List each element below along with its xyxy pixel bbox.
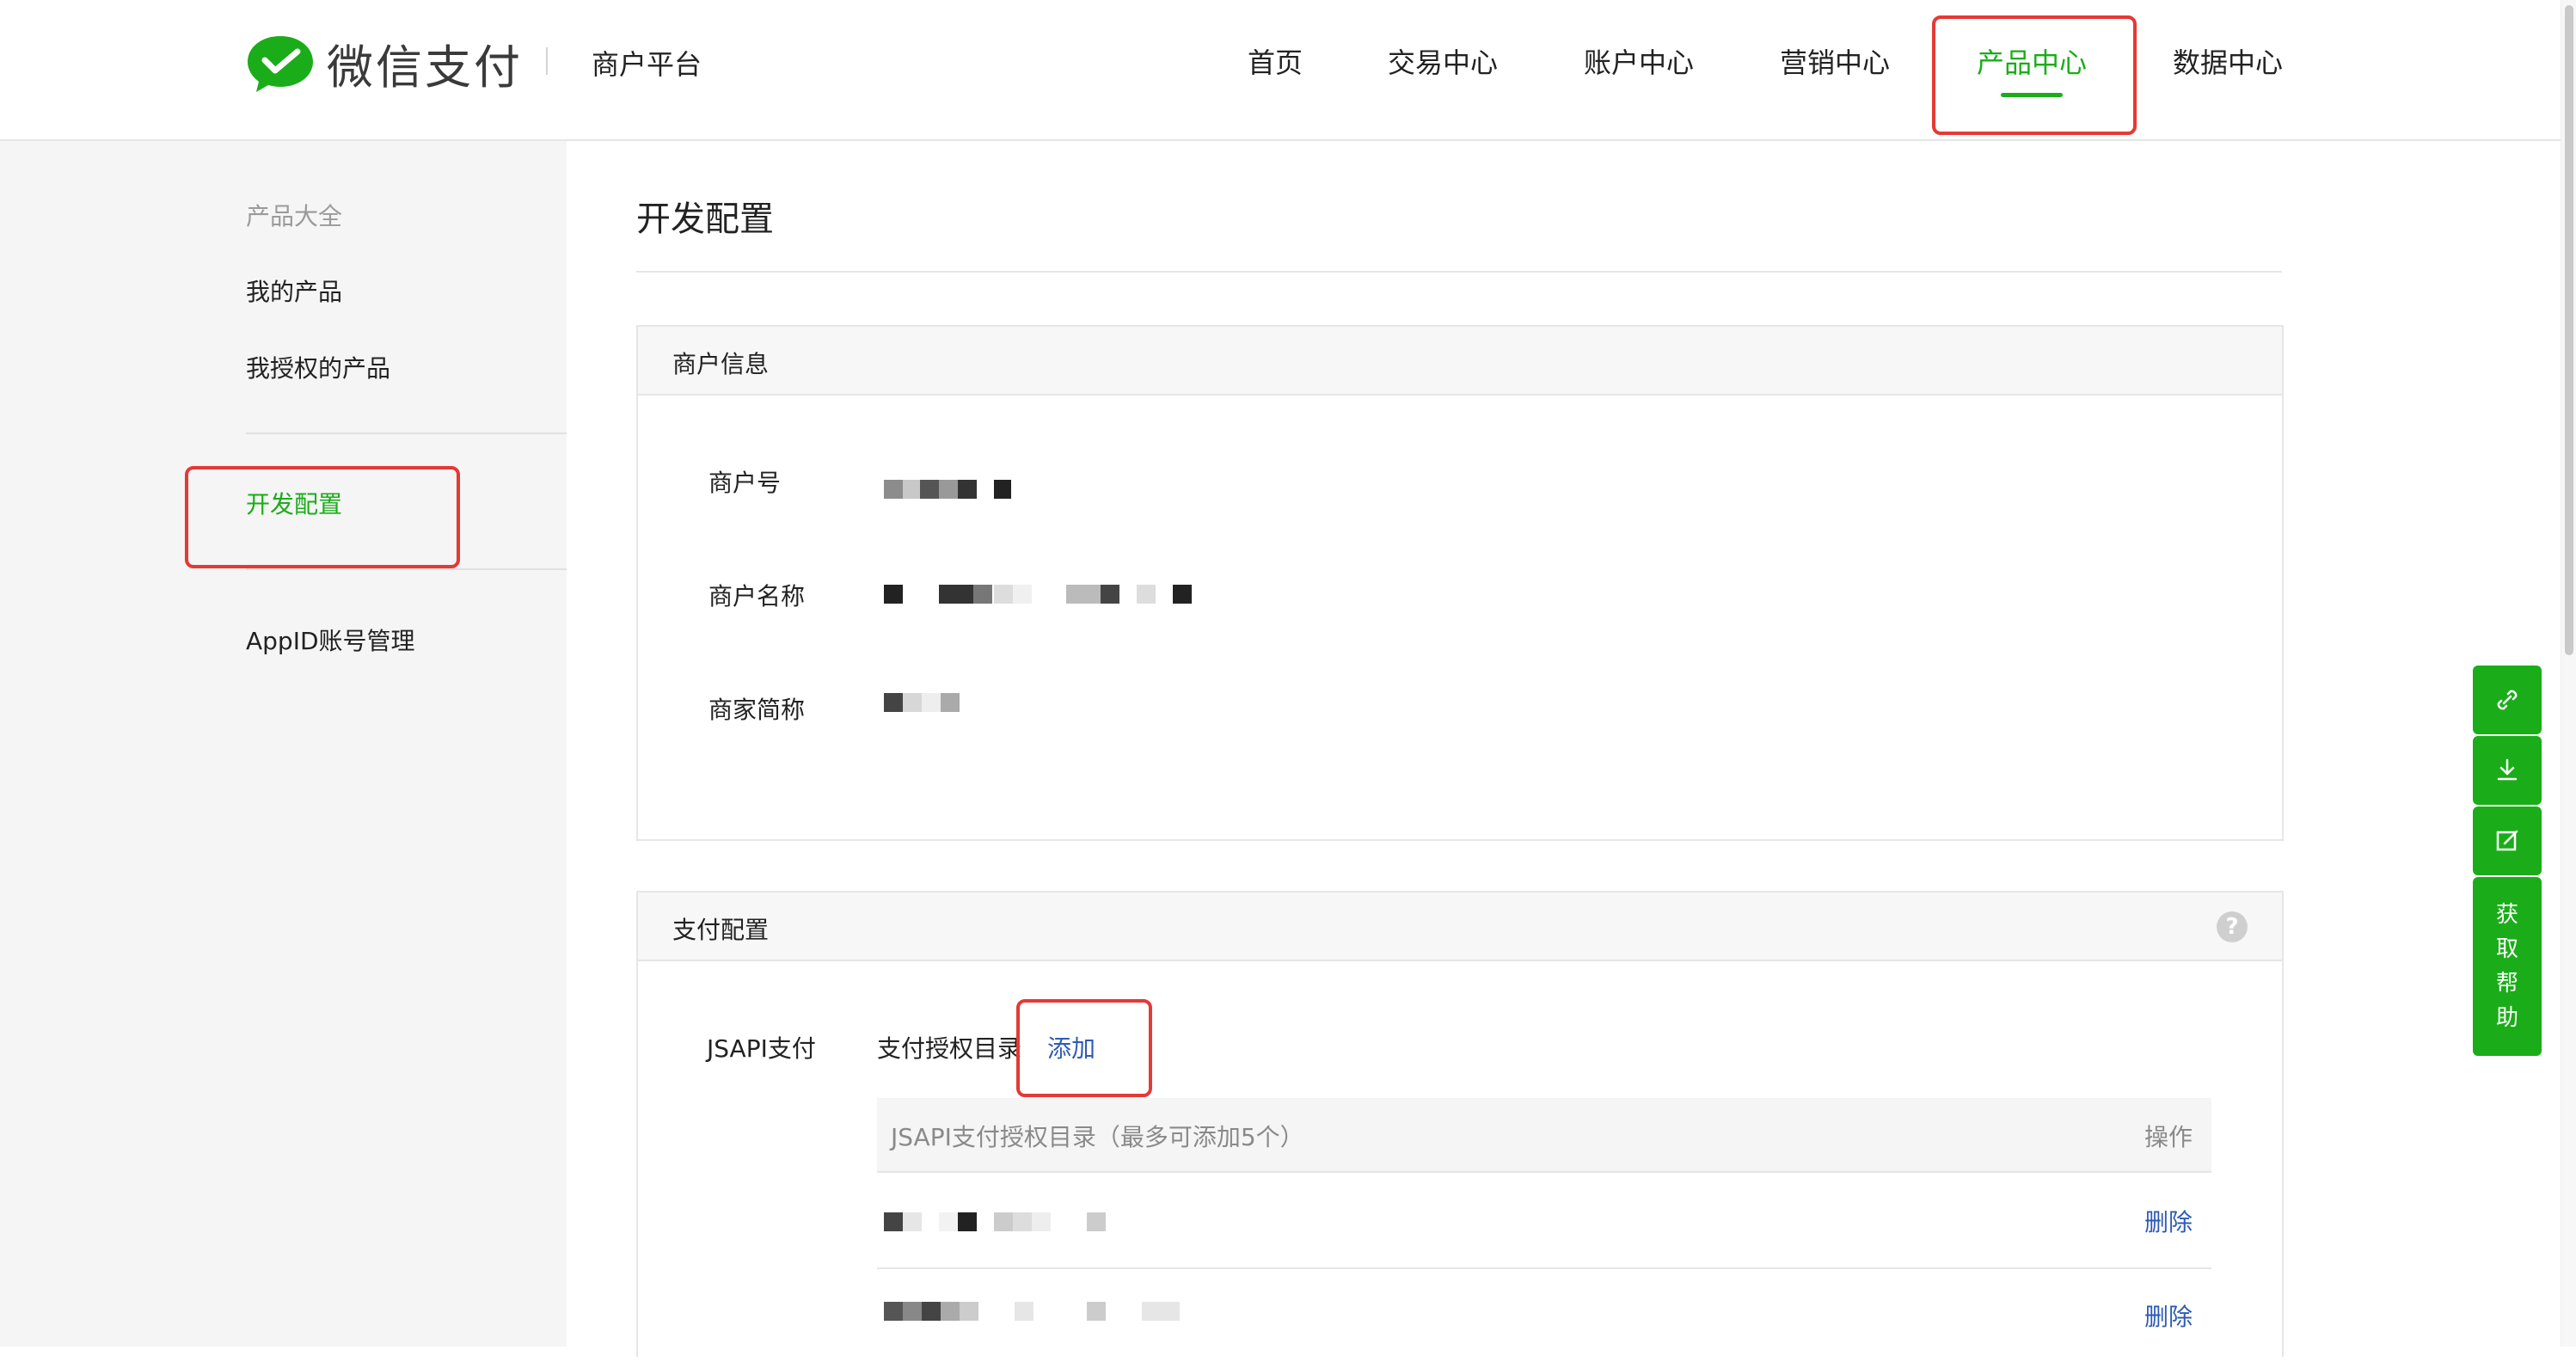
sidebar-divider bbox=[246, 433, 567, 434]
sidebar-section-title: 产品大全 bbox=[246, 202, 343, 230]
edit-icon[interactable] bbox=[2473, 807, 2542, 875]
page-scrollbar[interactable] bbox=[2561, 0, 2576, 1347]
merchant-id-value-masked bbox=[884, 480, 1013, 499]
directory-value-masked bbox=[884, 1212, 1116, 1231]
merchant-name-label: 商户名称 bbox=[708, 582, 806, 610]
sidebar-item-authorized-products[interactable]: 我授权的产品 bbox=[246, 350, 390, 384]
table-row: 删除 bbox=[877, 1173, 2211, 1269]
sidebar bbox=[0, 141, 567, 1347]
help-char: 帮 bbox=[2495, 971, 2518, 997]
float-toolbar: 获 取 帮 助 bbox=[2473, 666, 2542, 1056]
nav-active-underline bbox=[2001, 93, 2063, 97]
payment-config-heading: 支付配置 bbox=[672, 916, 770, 944]
get-help-button[interactable]: 获 取 帮 助 bbox=[2473, 877, 2542, 1056]
help-char: 获 bbox=[2495, 902, 2518, 928]
title-divider bbox=[636, 271, 2282, 273]
add-directory-link[interactable]: 添加 bbox=[1047, 1030, 1095, 1064]
sidebar-item-appid-management[interactable]: AppID账号管理 bbox=[246, 623, 415, 657]
nav-home[interactable]: 首页 bbox=[1248, 41, 1303, 81]
panel-header: 支付配置 ? bbox=[638, 893, 2282, 961]
page-title: 开发配置 bbox=[636, 199, 774, 239]
auth-dir-table-header: JSAPI支付授权目录（最多可添加5个） 操作 bbox=[877, 1098, 2211, 1172]
col-header-directory: JSAPI支付授权目录（最多可添加5个） bbox=[891, 1123, 1304, 1151]
nav-products[interactable]: 产品中心 bbox=[1977, 41, 2087, 81]
merchant-id-label: 商户号 bbox=[708, 469, 782, 497]
merchant-short-name-label: 商家简称 bbox=[708, 696, 806, 724]
sidebar-item-my-products[interactable]: 我的产品 bbox=[246, 273, 342, 308]
nav-data[interactable]: 数据中心 bbox=[2173, 41, 2283, 81]
scrollbar-thumb[interactable] bbox=[2565, 5, 2573, 655]
top-header: 微信支付 商户平台 首页 交易中心 账户中心 营销中心 产品中心 数据中心 bbox=[0, 0, 2561, 141]
help-char: 取 bbox=[2495, 936, 2518, 962]
sidebar-item-dev-config[interactable]: 开发配置 bbox=[246, 486, 342, 520]
sidebar-divider bbox=[246, 568, 567, 570]
merchant-short-name-value-masked bbox=[884, 693, 961, 712]
question-circle-icon[interactable]: ? bbox=[2217, 911, 2248, 942]
merchant-info-panel: 商户信息 商户号 商户名称 商家简称 bbox=[636, 325, 2284, 841]
nav-account[interactable]: 账户中心 bbox=[1584, 41, 1694, 81]
directory-value-masked bbox=[884, 1302, 1193, 1321]
merchant-info-heading: 商户信息 bbox=[672, 350, 770, 378]
jsapi-payment-label: JSAPI支付 bbox=[707, 1034, 816, 1063]
help-char: 助 bbox=[2495, 1005, 2518, 1031]
brand-name[interactable]: 微信支付 bbox=[327, 29, 523, 97]
col-header-action: 操作 bbox=[2144, 1123, 2193, 1151]
platform-name: 商户平台 bbox=[592, 48, 702, 81]
delete-link[interactable]: 删除 bbox=[2144, 1298, 2193, 1333]
payment-auth-dir-label: 支付授权目录 bbox=[877, 1034, 1022, 1063]
delete-link[interactable]: 删除 bbox=[2144, 1204, 2193, 1238]
panel-header: 商户信息 bbox=[638, 327, 2282, 396]
wechat-pay-logo-icon[interactable] bbox=[246, 33, 315, 95]
table-row: 删除 bbox=[877, 1267, 2211, 1362]
link-icon[interactable] bbox=[2473, 666, 2542, 734]
download-icon[interactable] bbox=[2473, 736, 2542, 805]
nav-transactions[interactable]: 交易中心 bbox=[1388, 41, 1498, 81]
header-divider bbox=[546, 47, 548, 75]
nav-marketing[interactable]: 营销中心 bbox=[1780, 41, 1890, 81]
merchant-name-value-masked bbox=[884, 585, 1211, 604]
